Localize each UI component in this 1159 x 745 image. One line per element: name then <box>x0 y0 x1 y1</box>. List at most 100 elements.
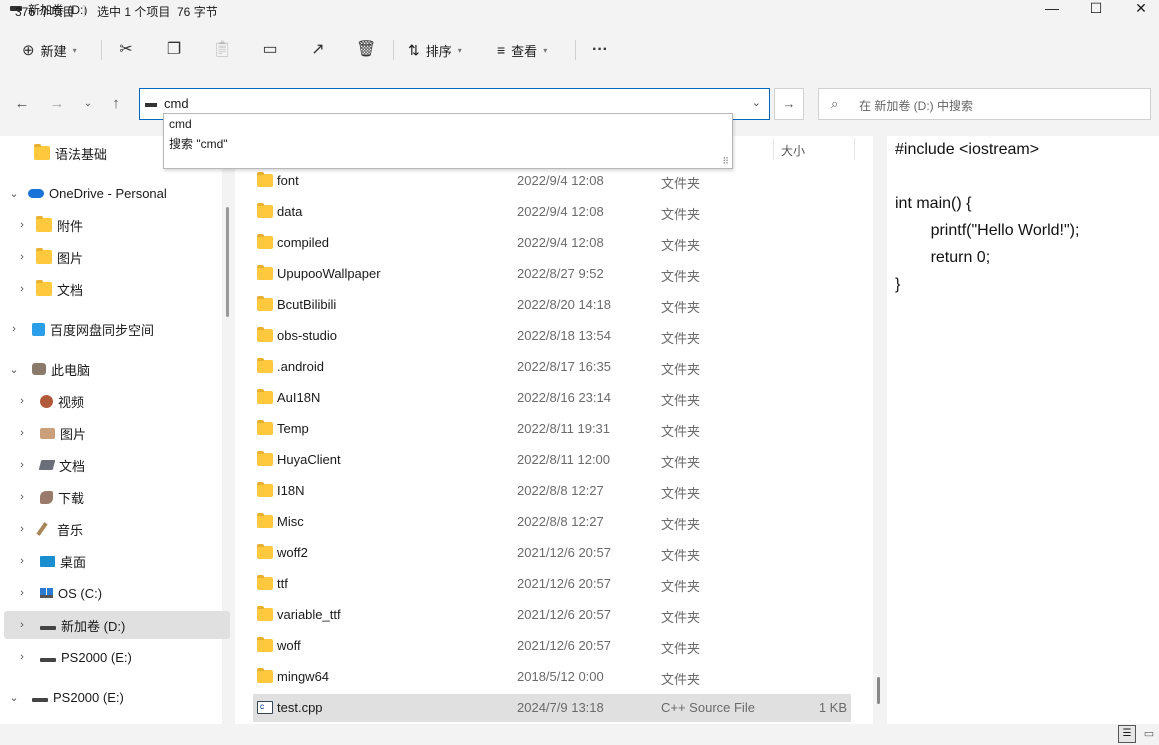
sidebar-item[interactable]: › 音乐 <box>4 515 230 543</box>
chevron-right-icon[interactable]: › <box>16 491 28 503</box>
sort-icon: ⇅ <box>408 41 420 58</box>
sidebar-item-label: PS2000 (E:) <box>61 649 132 665</box>
sidebar-item[interactable]: › PS2000 (E:) <box>4 643 230 671</box>
file-row[interactable]: woff2 2021/12/6 20:57 文件夹 <box>253 539 851 567</box>
chevron-right-icon[interactable]: › <box>16 283 28 295</box>
chevron-down-icon[interactable]: ⌄ <box>8 363 20 376</box>
chevron-right-icon[interactable]: › <box>16 427 28 439</box>
view-button-label: 查看 <box>511 43 538 59</box>
file-row[interactable]: BcutBilibili 2022/8/20 14:18 文件夹 <box>253 291 851 319</box>
file-row[interactable]: mingw64 2018/5/12 0:00 文件夹 <box>253 663 851 691</box>
cut-icon[interactable]: ✂ <box>116 40 136 60</box>
sidebar-item[interactable]: ⌄ PS2000 (E:) <box>4 683 222 711</box>
chevron-down-icon[interactable]: ⌄ <box>8 691 20 704</box>
rename-icon[interactable]: ▭ <box>260 40 280 60</box>
folder-icon <box>257 327 273 342</box>
chevron-down-icon[interactable]: ⌄ <box>8 187 20 200</box>
address-input[interactable]: cmd <box>164 96 189 111</box>
file-row[interactable]: woff 2021/12/6 20:57 文件夹 <box>253 632 851 660</box>
paste-icon[interactable]: 📋︎ <box>212 40 232 60</box>
sidebar-item[interactable]: › 百度网盘同步空间 <box>4 315 222 343</box>
suggestion-item[interactable]: cmd <box>169 117 192 131</box>
copy-icon[interactable]: ❐ <box>164 40 184 60</box>
file-type: C++ Source File <box>661 700 755 715</box>
suggestion-item[interactable]: 搜索 "cmd" <box>169 135 228 152</box>
sidebar-item[interactable]: › 下载 <box>4 483 230 511</box>
column-divider[interactable] <box>854 138 855 160</box>
file-name: I18N <box>277 483 305 498</box>
sidebar-item[interactable]: › OS (C:) <box>4 579 230 607</box>
back-arrow-icon[interactable]: ← <box>12 94 32 114</box>
file-list-scrollbar[interactable] <box>877 677 880 704</box>
documents-icon <box>38 460 56 470</box>
chevron-down-icon[interactable]: ⌄ <box>752 96 761 109</box>
sidebar-item[interactable]: › 桌面 <box>4 547 230 575</box>
delete-icon[interactable]: 🗑︎ <box>356 40 376 60</box>
file-date: 2022/8/16 23:14 <box>517 390 611 405</box>
file-date: 2022/8/18 13:54 <box>517 328 611 343</box>
sort-button[interactable]: ⇅ 排序 ▾ <box>408 36 462 64</box>
file-row[interactable]: HuyaClient 2022/8/11 12:00 文件夹 <box>253 446 851 474</box>
sidebar-item[interactable]: › 视频 <box>4 387 230 415</box>
file-row[interactable]: AuI18N 2022/8/16 23:14 文件夹 <box>253 384 851 412</box>
file-row[interactable]: Misc 2022/8/8 12:27 文件夹 <box>253 508 851 536</box>
item-count: 376 个项目 <box>15 5 75 19</box>
chevron-right-icon[interactable]: › <box>16 219 28 231</box>
folder-icon <box>257 668 273 683</box>
recent-chevron-icon[interactable]: ⌄ <box>78 94 98 114</box>
file-row[interactable]: .android 2022/8/17 16:35 文件夹 <box>253 353 851 381</box>
details-view-icon[interactable]: ☰ <box>1118 725 1136 743</box>
file-type: 文件夹 <box>661 672 701 687</box>
forward-arrow-icon[interactable]: → <box>47 94 67 114</box>
drive-icon <box>145 103 157 107</box>
chevron-right-icon[interactable]: › <box>16 395 28 407</box>
close-button[interactable]: ✕ <box>1118 0 1159 22</box>
column-divider[interactable] <box>773 138 774 160</box>
go-button[interactable]: → <box>774 88 804 120</box>
chevron-right-icon[interactable]: › <box>16 251 28 263</box>
file-row[interactable]: Temp 2022/8/11 19:31 文件夹 <box>253 415 851 443</box>
file-date: 2022/9/4 12:08 <box>517 173 604 188</box>
file-row[interactable]: data 2022/9/4 12:08 文件夹 <box>253 198 851 226</box>
sidebar-item[interactable]: › 附件 <box>4 211 230 239</box>
file-name: font <box>277 173 299 188</box>
chevron-down-icon: ▾ <box>72 45 77 55</box>
sidebar-item[interactable]: › 图片 <box>4 243 230 271</box>
file-row[interactable]: UpupooWallpaper 2022/8/27 9:52 文件夹 <box>253 260 851 288</box>
sidebar-item-label: 图片 <box>57 250 84 266</box>
file-row[interactable]: compiled 2022/9/4 12:08 文件夹 <box>253 229 851 257</box>
more-options-icon[interactable]: ··· <box>590 40 610 60</box>
sidebar-item[interactable]: › 文档 <box>4 451 230 479</box>
share-icon[interactable]: ↗ <box>308 40 328 60</box>
up-arrow-icon[interactable]: ↑ <box>106 94 126 114</box>
search-box[interactable]: ⌕ 在 新加卷 (D:) 中搜索 <box>818 88 1151 120</box>
sidebar-item[interactable]: ⌄ OneDrive - Personal <box>4 179 222 207</box>
view-button[interactable]: ≡ 查看 ▾ <box>497 36 547 64</box>
chevron-right-icon[interactable]: › <box>16 651 28 663</box>
resize-grip-icon[interactable]: ⠿ <box>722 156 729 167</box>
new-button[interactable]: ⊕ 新建 ▾ <box>22 36 77 64</box>
chevron-right-icon[interactable]: › <box>16 459 28 471</box>
code-line: int main() { <box>895 195 972 212</box>
chevron-right-icon[interactable]: › <box>16 523 28 535</box>
chevron-right-icon[interactable]: › <box>16 587 28 599</box>
chevron-right-icon[interactable]: › <box>16 555 28 567</box>
sidebar-item[interactable]: › 图片 <box>4 419 230 447</box>
file-row-selected[interactable]: test.cpp 2024/7/9 13:18 C++ Source File 1 K… <box>253 694 851 722</box>
chevron-right-icon[interactable]: › <box>8 323 20 335</box>
file-row[interactable]: font 2022/9/4 12:08 文件夹 <box>253 167 851 195</box>
file-date: 2018/5/12 0:00 <box>517 669 604 684</box>
file-row[interactable]: obs-studio 2022/8/18 13:54 文件夹 <box>253 322 851 350</box>
chevron-right-icon[interactable]: › <box>16 619 28 631</box>
tiles-view-icon[interactable]: ▭ <box>1140 725 1158 743</box>
maximize-button[interactable]: ☐ <box>1073 0 1119 22</box>
sidebar-item[interactable]: › 文档 <box>4 275 230 303</box>
sidebar-scrollbar[interactable] <box>226 207 229 317</box>
minimize-button[interactable]: — <box>1029 0 1075 22</box>
file-row[interactable]: variable_ttf 2021/12/6 20:57 文件夹 <box>253 601 851 629</box>
sidebar-item-selected[interactable]: › 新加卷 (D:) <box>4 611 230 639</box>
file-row[interactable]: ttf 2021/12/6 20:57 文件夹 <box>253 570 851 598</box>
column-header-size[interactable]: 大小 <box>781 142 805 159</box>
sidebar-item[interactable]: ⌄ 此电脑 <box>4 355 222 383</box>
file-row[interactable]: I18N 2022/8/8 12:27 文件夹 <box>253 477 851 505</box>
